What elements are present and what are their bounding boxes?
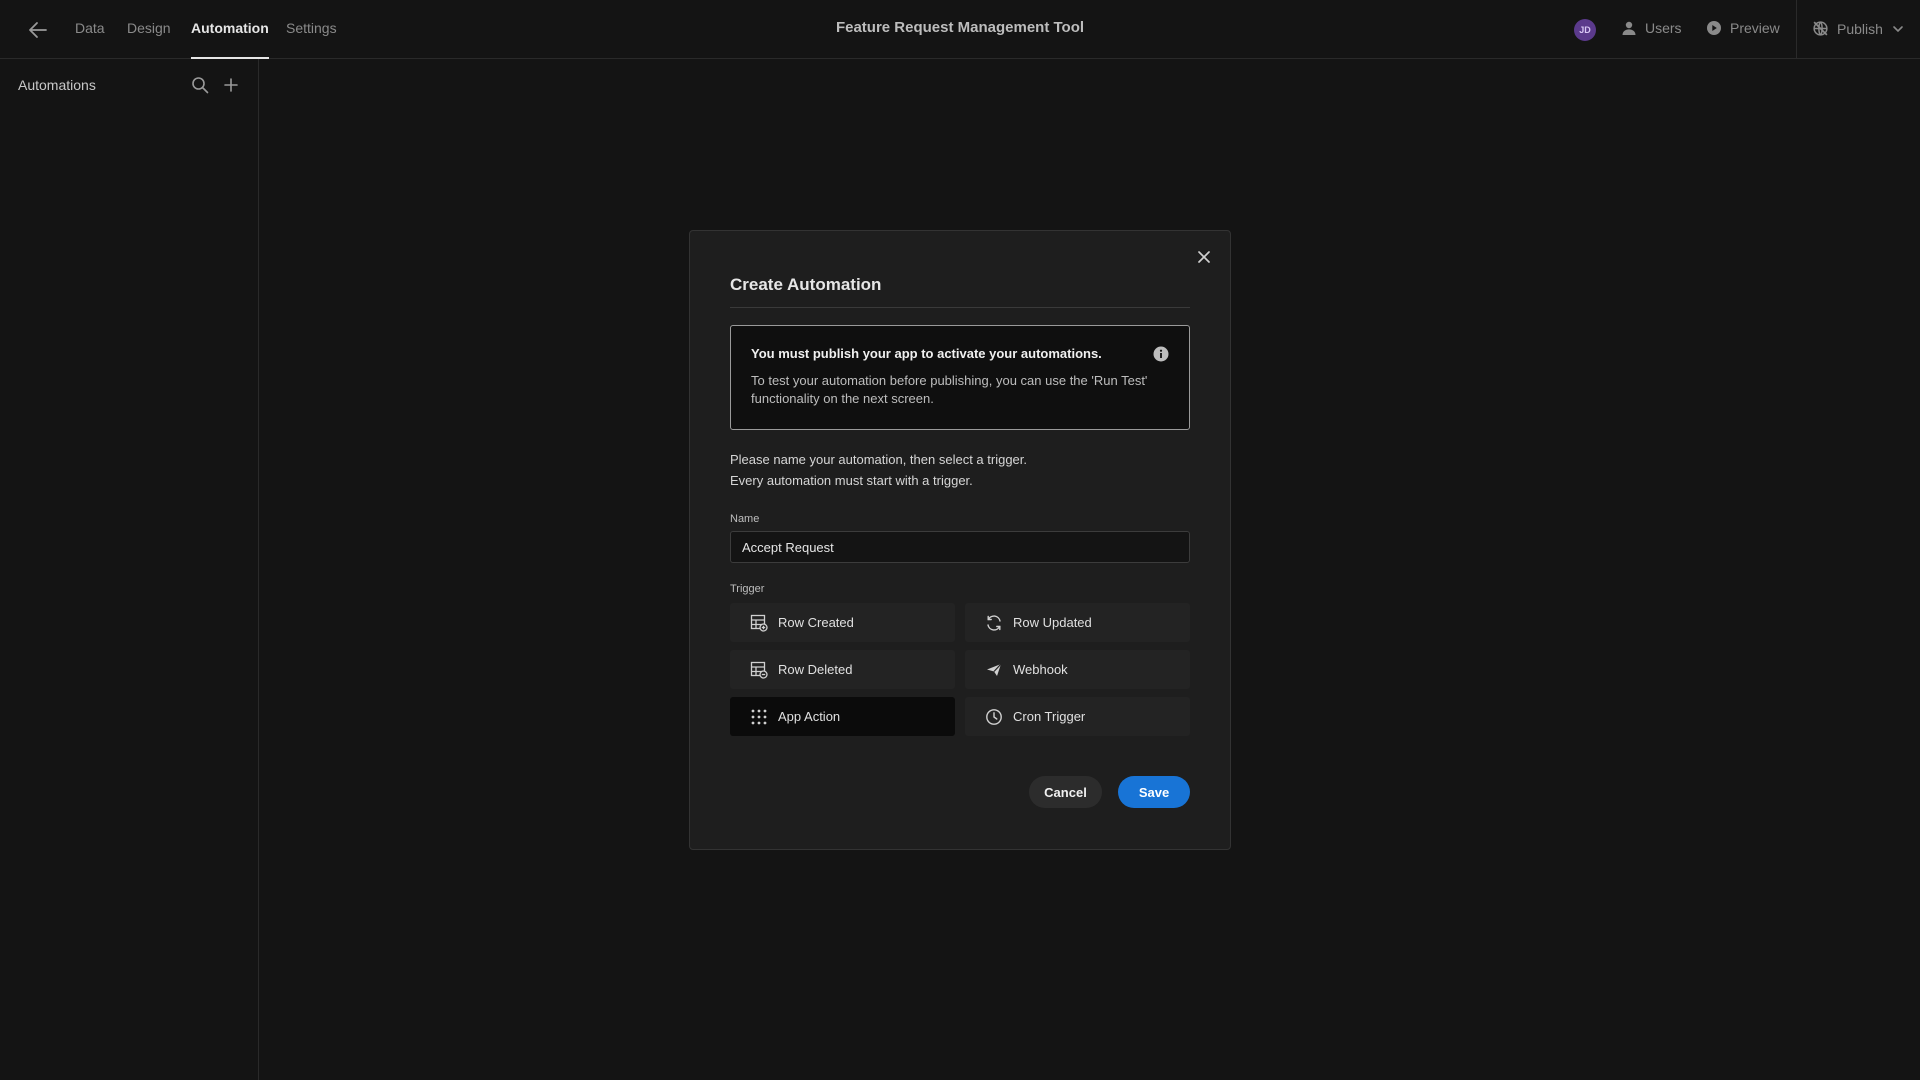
notice-title: You must publish your app to activate yo…	[751, 346, 1102, 361]
sidebar-title: Automations	[18, 77, 96, 93]
back-arrow-icon[interactable]	[26, 18, 50, 42]
add-icon[interactable]	[221, 75, 241, 95]
publish-notice: You must publish your app to activate yo…	[730, 325, 1190, 430]
avatar[interactable]: JD	[1574, 19, 1596, 41]
tab-automation[interactable]: Automation	[191, 20, 269, 59]
trigger-row-created[interactable]: Row Created	[730, 603, 955, 642]
name-input[interactable]	[730, 531, 1190, 563]
trigger-row-updated[interactable]: Row Updated	[965, 603, 1190, 642]
users-button[interactable]: Users	[1621, 20, 1682, 36]
preview-button[interactable]: Preview	[1706, 20, 1780, 36]
sidebar: Automations	[0, 59, 259, 1080]
table-add-icon	[750, 614, 768, 632]
intro-text: Please name your automation, then select…	[730, 449, 1027, 491]
trigger-row-deleted[interactable]: Row Deleted	[730, 650, 955, 689]
trigger-webhook[interactable]: Webhook	[965, 650, 1190, 689]
trigger-cron[interactable]: Cron Trigger	[965, 697, 1190, 736]
create-automation-modal: Create Automation You must publish your …	[689, 230, 1231, 850]
trigger-label-row-created: Row Created	[778, 615, 854, 630]
notice-body: To test your automation before publishin…	[751, 373, 1148, 406]
globe-off-icon	[1813, 21, 1828, 36]
modal-title: Create Automation	[730, 275, 882, 294]
name-label: Name	[730, 513, 760, 525]
tab-data[interactable]: Data	[75, 20, 105, 59]
clock-icon	[986, 708, 1002, 725]
send-icon	[987, 663, 1002, 676]
trigger-label-row-deleted: Row Deleted	[778, 662, 853, 677]
modal-divider	[730, 307, 1190, 308]
intro-line-1: Please name your automation, then select…	[730, 452, 1028, 467]
users-label: Users	[1645, 20, 1682, 36]
preview-label: Preview	[1730, 20, 1780, 36]
intro-line-2: Every automation must start with a trigg…	[730, 473, 973, 488]
save-button[interactable]: Save	[1118, 776, 1190, 808]
info-icon	[1153, 346, 1169, 362]
trigger-label-webhook: Webhook	[1013, 662, 1068, 677]
chevron-down-icon	[1893, 25, 1903, 32]
close-icon[interactable]	[1194, 247, 1214, 267]
trigger-label-row-updated: Row Updated	[1013, 615, 1092, 630]
top-bar: Data Design Automation Settings Feature …	[0, 0, 1920, 59]
trigger-label-app-action: App Action	[778, 709, 841, 724]
trigger-label: Trigger	[730, 583, 765, 595]
trigger-label-cron: Cron Trigger	[1013, 709, 1086, 724]
top-divider	[1796, 0, 1797, 59]
trigger-app-action[interactable]: App Action	[730, 697, 955, 736]
table-remove-icon	[750, 661, 768, 679]
grid-dots-icon	[751, 709, 767, 724]
tab-settings[interactable]: Settings	[286, 20, 337, 59]
publish-label: Publish	[1837, 20, 1883, 37]
publish-button[interactable]: Publish	[1812, 20, 1905, 37]
tab-design[interactable]: Design	[127, 20, 171, 59]
user-icon	[1622, 21, 1636, 35]
cancel-button[interactable]: Cancel	[1029, 776, 1102, 808]
refresh-icon	[987, 614, 1001, 631]
search-icon[interactable]	[190, 75, 210, 95]
play-icon	[1707, 21, 1721, 35]
